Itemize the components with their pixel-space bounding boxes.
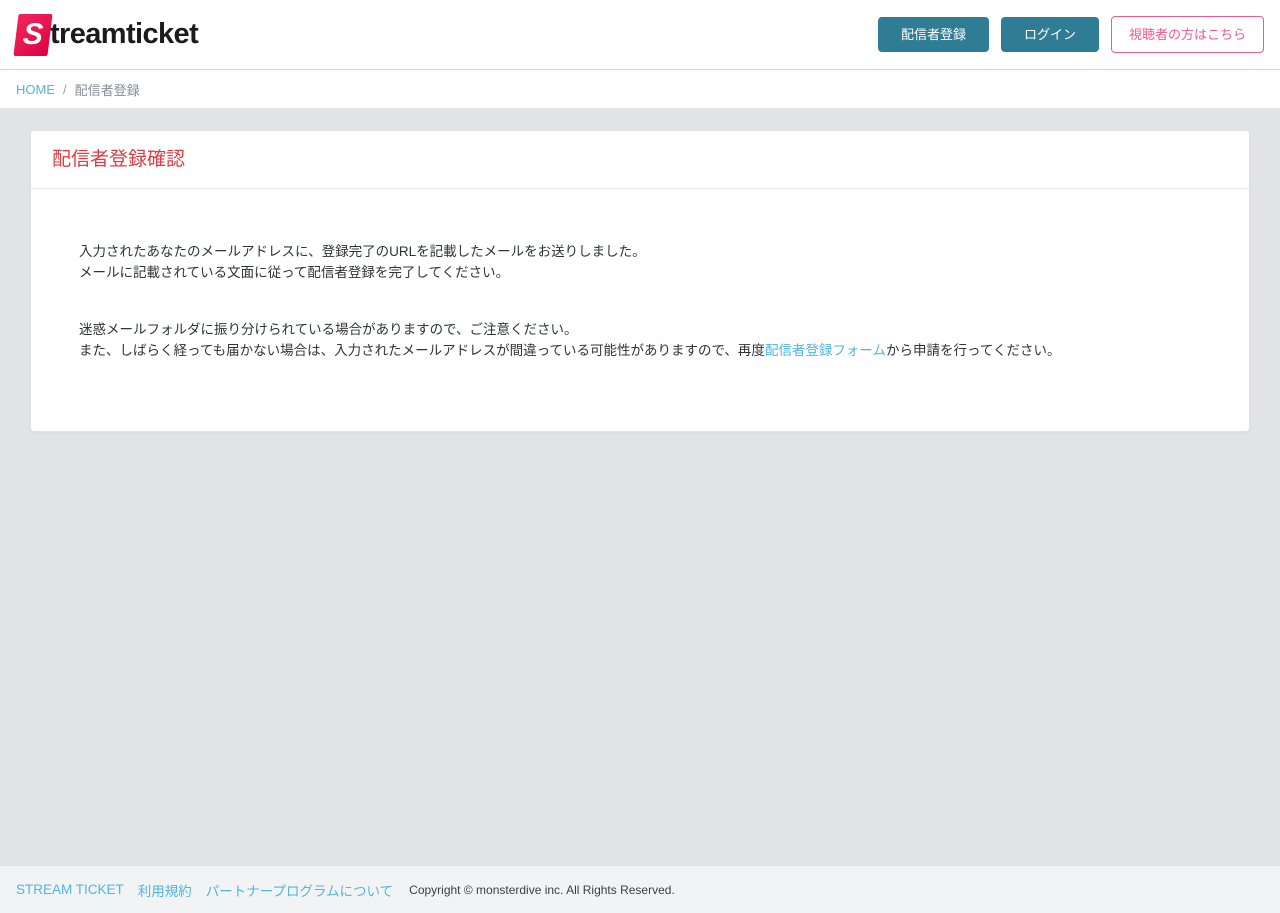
card-body: 入力されたあなたのメールアドレスに、登録完了のURLを記載したメールをお送りしま… (31, 188, 1249, 431)
brand-name-text: treamticket (50, 18, 199, 50)
register-broadcaster-button[interactable]: 配信者登録 (877, 17, 989, 52)
message-paragraph2-line1: 迷惑メールフォルダに振り分けられている場合がありますので、ご注意ください。 (79, 321, 578, 337)
footer-link-terms[interactable]: 利用規約 (138, 880, 192, 900)
footer-copyright: Copyright © monsterdive inc. All Rights … (409, 882, 675, 897)
page-title: 配信者登録確認 (52, 149, 186, 170)
message-paragraph1-line1: 入力されたあなたのメールアドレスに、登録完了のURLを記載したメールをお送りしま… (79, 243, 646, 259)
main-content: 配信者登録確認 入力されたあなたのメールアドレスに、登録完了のURLを記載したメ… (0, 108, 1280, 432)
confirmation-message: 入力されたあなたのメールアドレスに、登録完了のURLを記載したメールをお送りしま… (79, 241, 1201, 361)
message-text-after-link: から申請を行ってください。 (886, 342, 1061, 358)
viewer-link-button[interactable]: 視聴者の方はこちら (1110, 16, 1264, 53)
message-text-before-link: また、しばらく経っても届かない場合は、入力されたメールアドレスが間違っている可能… (79, 342, 765, 358)
logo-badge-letter: S (21, 17, 45, 51)
breadcrumb-item-current: 配信者登録 (74, 82, 140, 98)
brand-logo[interactable]: S treamticket (13, 13, 199, 56)
message-paragraph2-line2: また、しばらく経っても届かない場合は、入力されたメールアドレスが間違っている可能… (79, 340, 1201, 361)
site-header: S treamticket 配信者登録 ログイン 視聴者の方はこちら (0, 0, 1280, 70)
breadcrumb-separator: / (63, 81, 67, 97)
registration-form-link[interactable]: 配信者登録フォーム (765, 343, 886, 358)
breadcrumb: HOME / 配信者登録 (0, 70, 1280, 108)
login-button[interactable]: ログイン (1000, 17, 1099, 52)
logo-badge-icon: S (13, 13, 53, 56)
footer-link-partner-program[interactable]: パートナープログラムについて (206, 880, 393, 900)
header-actions: 配信者登録 ログイン 視聴者の方はこちら (877, 16, 1264, 53)
breadcrumb-item-home[interactable]: HOME (16, 82, 55, 97)
footer-links: STREAM TICKET 利用規約 パートナープログラムについて (16, 880, 393, 900)
registration-confirm-card: 配信者登録確認 入力されたあなたのメールアドレスに、登録完了のURLを記載したメ… (30, 130, 1250, 432)
site-footer: STREAM TICKET 利用規約 パートナープログラムについて Copyri… (0, 865, 1280, 913)
card-header: 配信者登録確認 (31, 131, 1249, 189)
footer-link-stream-ticket[interactable]: STREAM TICKET (16, 882, 124, 897)
message-paragraph1-line2: メールに記載されている文面に従って配信者登録を完了してください。 (79, 264, 510, 280)
